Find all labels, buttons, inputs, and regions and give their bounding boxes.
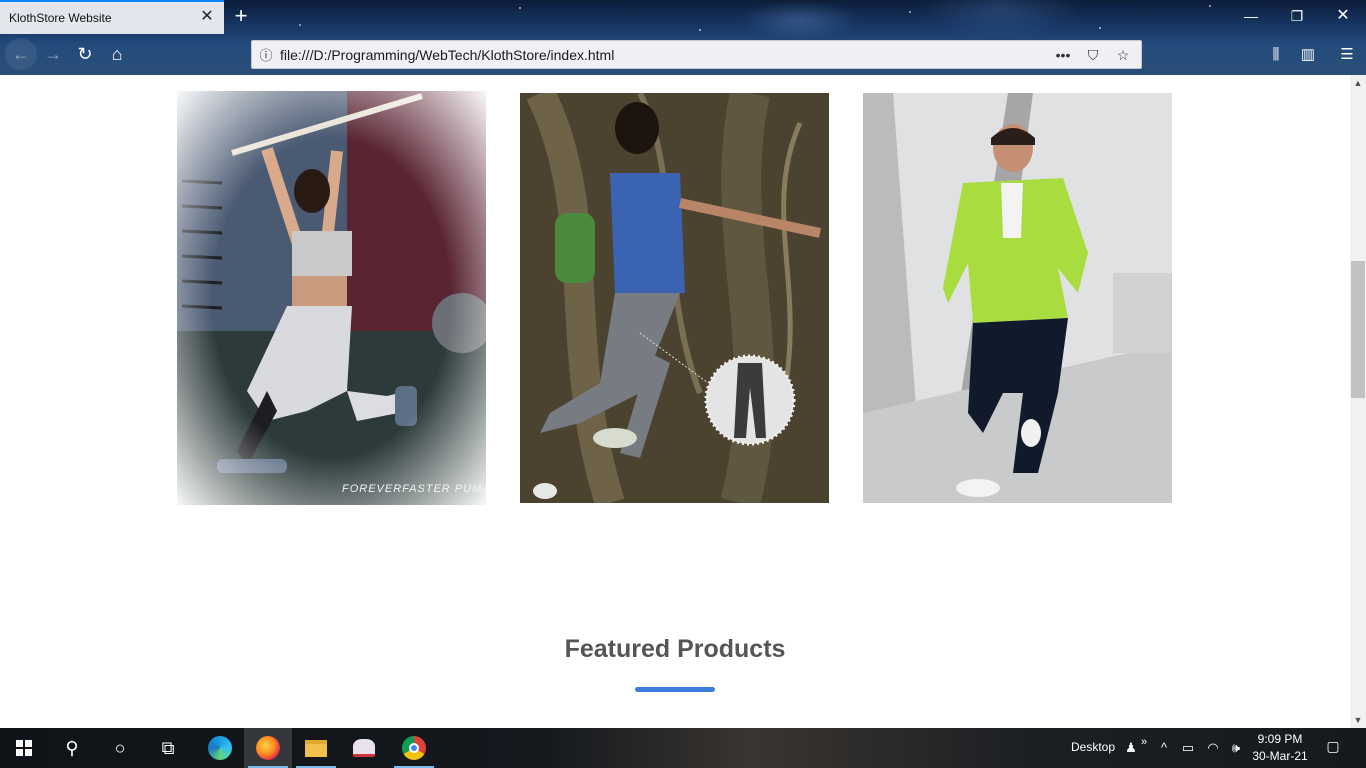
windows-start-icon[interactable] <box>0 728 48 768</box>
new-tab-button[interactable]: + <box>229 3 253 29</box>
address-bar[interactable]: ⓘ file:///D:/Programming/WebTech/KlothSt… <box>251 40 1142 69</box>
desktop-toolbar-label[interactable]: Desktop <box>1071 740 1115 754</box>
browser-chrome: KlothStore Website ✕ + — ❐ ✕ ← → ↻ ⌂ ⓘ f… <box>0 0 1366 75</box>
battery-icon[interactable]: ▭ <box>1178 738 1198 758</box>
restore-button[interactable]: ❐ <box>1274 3 1320 29</box>
bookmark-star-icon[interactable]: ☆ <box>1113 45 1133 65</box>
tab-close-icon[interactable]: ✕ <box>198 8 216 26</box>
windows-taskbar: ⚲ ○ ⧉ Desktop ♟ » ^ ▭ ◠ 🕪 9:09 PM 30-Mar… <box>0 728 1366 768</box>
pocket-icon[interactable]: ⛉ <box>1083 45 1103 65</box>
file-explorer-icon[interactable] <box>292 728 340 768</box>
photo-man-green-jacket[interactable] <box>863 93 1172 503</box>
edge-browser-icon[interactable] <box>196 728 244 768</box>
snipping-tool-icon[interactable] <box>340 728 388 768</box>
clock-date: 30-Mar-21 <box>1252 749 1308 763</box>
title-underline <box>635 687 715 692</box>
browser-tab[interactable]: KlothStore Website ✕ <box>0 0 224 34</box>
search-icon[interactable]: ⚲ <box>48 728 96 768</box>
library-icon[interactable]: ⫼ <box>1263 42 1289 68</box>
menu-icon[interactable]: ☰ <box>1334 42 1360 68</box>
photo-woman-running-forest[interactable] <box>520 93 829 503</box>
home-button[interactable]: ⌂ <box>101 38 133 70</box>
browser-toolbar: ← → ↻ ⌂ ⓘ file:///D:/Programming/WebTech… <box>0 34 1366 75</box>
task-view-icon[interactable]: ⧉ <box>144 728 192 768</box>
window-close-button[interactable]: ✕ <box>1320 3 1366 29</box>
cortana-icon[interactable]: ○ <box>96 728 144 768</box>
site-info-icon[interactable]: ⓘ <box>252 45 280 64</box>
forward-button[interactable]: → <box>37 38 69 70</box>
minimize-button[interactable]: — <box>1228 3 1274 29</box>
volume-icon[interactable]: 🕪 <box>1226 738 1246 758</box>
url-actions: ••• ⛉ ☆ <box>1053 45 1141 65</box>
page-viewport: FOREVERFASTER PUMA Featured Products <box>0 75 1350 728</box>
taskbar-clock[interactable]: 9:09 PM 30-Mar-21 <box>1248 731 1312 765</box>
photo-gallery: FOREVERFASTER PUMA <box>177 91 1172 505</box>
tab-title: KlothStore Website <box>9 11 112 25</box>
brand-overlay-text: FOREVERFASTER PUMA <box>342 483 486 495</box>
section-title-featured-products: Featured Products <box>564 635 786 663</box>
show-hidden-icons-icon[interactable]: ^ <box>1154 738 1174 758</box>
chrome-icon[interactable] <box>390 728 438 768</box>
reload-button[interactable]: ↻ <box>69 38 101 70</box>
page-actions-icon[interactable]: ••• <box>1053 45 1073 65</box>
scroll-down-icon[interactable]: ▼ <box>1350 712 1366 728</box>
back-button[interactable]: ← <box>5 38 37 70</box>
scrollbar-thumb[interactable] <box>1351 261 1365 398</box>
notification-center-icon[interactable]: ▢ <box>1322 738 1344 758</box>
photo-woman-workout[interactable]: FOREVERFASTER PUMA <box>177 91 486 505</box>
page-scrollbar[interactable]: ▲ ▼ <box>1350 75 1366 728</box>
wifi-icon[interactable]: ◠ <box>1203 738 1223 758</box>
more-toolbar-icon[interactable]: » <box>1134 732 1154 752</box>
sidebar-icon[interactable]: ▥ <box>1295 42 1321 68</box>
clock-time: 9:09 PM <box>1257 732 1303 746</box>
scroll-up-icon[interactable]: ▲ <box>1350 75 1366 91</box>
url-text[interactable]: file:///D:/Programming/WebTech/KlothStor… <box>280 47 1053 63</box>
firefox-icon[interactable] <box>244 728 292 768</box>
